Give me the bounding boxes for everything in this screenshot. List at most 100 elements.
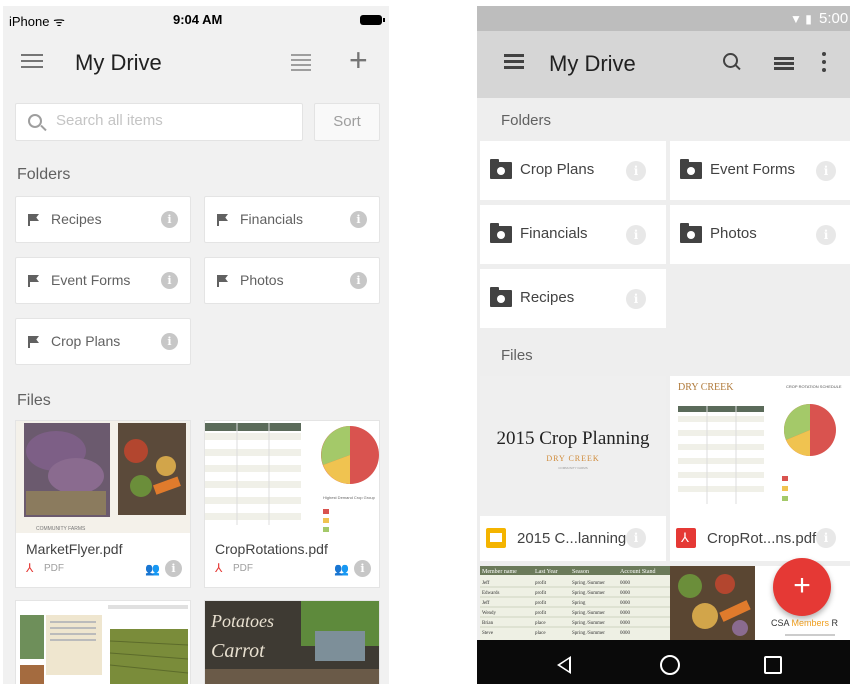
produce-preview-image xyxy=(670,566,755,640)
folders-header: Folders xyxy=(501,112,552,129)
menu-icon[interactable] xyxy=(504,54,524,72)
folder-flag-icon xyxy=(28,214,40,226)
folder-financials[interactable]: Financials i xyxy=(480,205,666,264)
slide-sub: COMMUNITY FARMS xyxy=(558,466,588,470)
info-icon[interactable]: i xyxy=(350,211,367,228)
sheet-cell: Spring xyxy=(572,601,586,606)
shared-folder-icon xyxy=(680,159,702,179)
csa-title: CSA xyxy=(771,618,792,628)
signal-battery-icon: ▼ ▮ xyxy=(790,12,812,26)
sheet-cell: Jeff xyxy=(482,601,490,606)
file-card-croprotations[interactable]: Highest Demand Crop Group CropRotations.… xyxy=(204,420,380,588)
info-icon[interactable]: i xyxy=(161,211,178,228)
info-icon[interactable]: i xyxy=(165,560,182,577)
file-thumbnail: Highest Demand Crop Group xyxy=(205,421,379,533)
pdf-icon: ⅄ xyxy=(215,561,223,575)
sheet-header: Account Stand xyxy=(620,569,656,575)
pdf-brand: DRY CREEK xyxy=(678,382,734,393)
folders-header: Folders xyxy=(17,166,71,183)
info-icon[interactable]: i xyxy=(816,528,836,548)
folder-label: Event Forms xyxy=(710,161,796,178)
file-thumbnail: DRY CREEK CROP ROTATION SCHEDULE xyxy=(670,376,850,516)
sheet-header: Member name xyxy=(482,569,517,575)
info-icon[interactable]: i xyxy=(626,225,646,245)
files-header: Files xyxy=(17,392,51,409)
file-card-member-sheet[interactable]: Member name Last Year Season Account Sta… xyxy=(480,566,670,640)
info-icon[interactable]: i xyxy=(626,161,646,181)
folder-label: Crop Plans xyxy=(51,333,121,349)
info-icon[interactable]: i xyxy=(354,560,371,577)
file-card-crop-planning[interactable]: 2015 Crop Planning DRY CREEK COMMUNITY F… xyxy=(480,376,666,561)
file-card-croprotations[interactable]: DRY CREEK CROP ROTATION SCHEDULE ⅄ CropR… xyxy=(670,376,850,561)
file-card-newsletter[interactable] xyxy=(15,600,191,684)
sheet-cell: profit xyxy=(535,611,547,616)
home-icon[interactable] xyxy=(660,655,680,675)
shared-people-icon: 👥 xyxy=(334,562,349,576)
list-view-icon[interactable] xyxy=(291,54,311,71)
folder-photos[interactable]: Photos i xyxy=(670,205,850,264)
add-button[interactable]: + xyxy=(349,42,368,79)
folder-recipes[interactable]: Recipes i xyxy=(480,269,666,328)
info-icon[interactable]: i xyxy=(161,272,178,289)
carrier-label: iPhone ᯤ xyxy=(9,14,65,29)
pdf-icon: ⅄ xyxy=(26,561,34,575)
page-title: My Drive xyxy=(75,50,162,75)
search-input[interactable] xyxy=(56,112,286,129)
sheet-cell: 0000 xyxy=(620,581,631,586)
newsletter-preview-image xyxy=(16,601,190,684)
folder-flag-icon xyxy=(28,275,40,287)
file-type-label: PDF xyxy=(233,563,253,574)
menu-icon[interactable] xyxy=(21,50,43,72)
list-view-icon[interactable] xyxy=(774,57,794,73)
sheet-cell: 0000 xyxy=(620,621,631,626)
folder-recipes[interactable]: Recipes i xyxy=(15,196,191,243)
info-icon[interactable]: i xyxy=(350,272,367,289)
ios-toolbar: My Drive + xyxy=(3,34,389,92)
sheet-cell: place xyxy=(535,621,546,626)
info-icon[interactable]: i xyxy=(161,333,178,350)
flyer-preview-image: COMMUNITY FARMS xyxy=(16,421,190,533)
info-icon[interactable]: i xyxy=(626,528,646,548)
android-drive-screen: ▼ ▮ 5:00 My Drive Folders Crop Plans i E… xyxy=(477,6,850,684)
shared-folder-icon xyxy=(490,159,512,179)
info-icon[interactable]: i xyxy=(816,225,836,245)
back-icon[interactable] xyxy=(557,656,571,674)
folder-photos[interactable]: Photos i xyxy=(204,257,380,304)
slides-preview-image: 2015 Crop Planning DRY CREEK COMMUNITY F… xyxy=(480,376,666,516)
sheet-cell: Edwards xyxy=(482,591,500,596)
info-icon[interactable]: i xyxy=(816,161,836,181)
file-thumbnail: 2015 Crop Planning DRY CREEK COMMUNITY F… xyxy=(480,376,666,516)
folder-flag-icon xyxy=(217,275,229,287)
search-box[interactable] xyxy=(15,103,303,141)
more-vert-icon[interactable] xyxy=(822,52,828,74)
sheet-cell: Spring /Summer xyxy=(572,591,605,596)
sheet-cell: place xyxy=(535,631,546,636)
carrots-sign: Carrot xyxy=(211,640,265,662)
folder-event-forms[interactable]: Event Forms i xyxy=(15,257,191,304)
folder-label: Photos xyxy=(710,225,757,242)
folder-event-forms[interactable]: Event Forms i xyxy=(670,141,850,200)
file-card-marketflyer[interactable]: COMMUNITY FARMS MarketFlyer.pdf ⅄ PDF 👥 … xyxy=(15,420,191,588)
folder-crop-plans[interactable]: Crop Plans i xyxy=(480,141,666,200)
android-app-bar: My Drive xyxy=(477,31,850,98)
file-name: CropRotations.pdf xyxy=(215,541,328,557)
folder-flag-icon xyxy=(217,214,229,226)
sheet-cell: Spring /Summer xyxy=(572,621,605,626)
folder-crop-plans[interactable]: Crop Plans i xyxy=(15,318,191,365)
file-card-produce-photo[interactable]: Potatoes Carrot xyxy=(204,600,380,684)
folder-financials[interactable]: Financials i xyxy=(204,196,380,243)
recents-icon[interactable] xyxy=(764,656,782,674)
pdf-icon: ⅄ xyxy=(676,528,696,548)
sheet-cell: Steve xyxy=(482,631,494,636)
fab-add-button[interactable]: + xyxy=(773,558,831,616)
search-icon[interactable] xyxy=(723,53,741,71)
slide-brand: DRY CREEK xyxy=(546,454,599,463)
sheet-preview-image: Member name Last Year Season Account Sta… xyxy=(480,566,670,636)
shared-people-icon: 👥 xyxy=(145,562,160,576)
potatoes-sign: Potatoes xyxy=(210,611,274,631)
sort-button[interactable]: Sort xyxy=(314,103,380,141)
sheet-cell: 0000 xyxy=(620,601,631,606)
info-icon[interactable]: i xyxy=(626,289,646,309)
sheet-cell: Spring /Summer xyxy=(572,631,605,636)
file-card-produce-photo[interactable] xyxy=(670,566,755,640)
